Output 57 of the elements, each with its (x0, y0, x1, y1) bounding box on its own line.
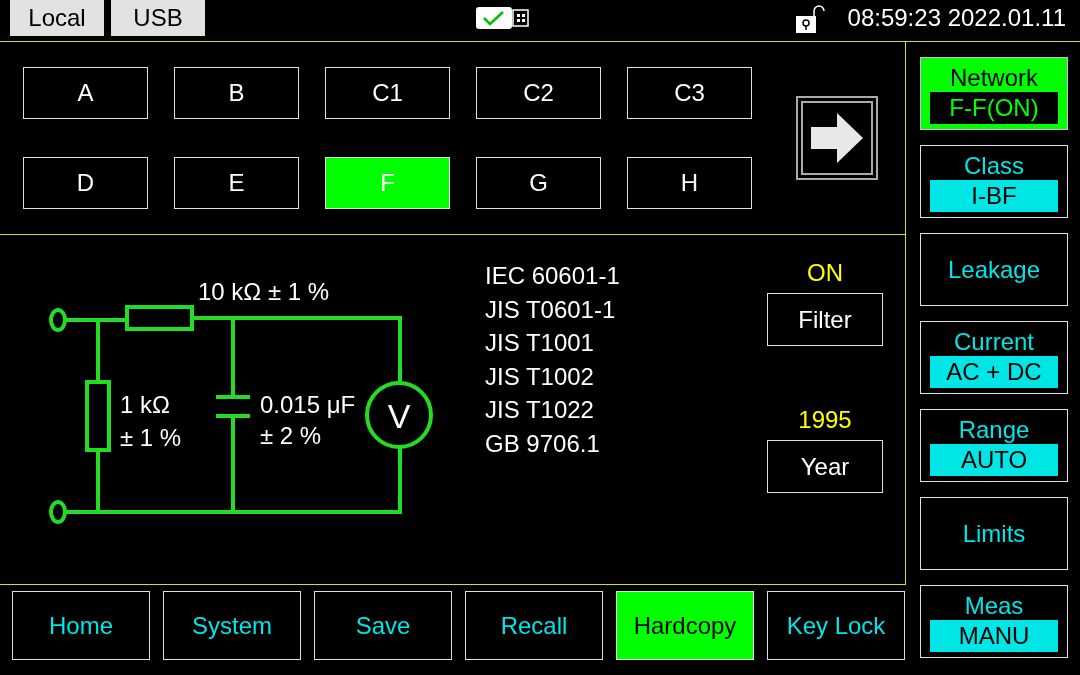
mode-tab[interactable]: USB (111, 0, 205, 36)
year-value: 1995 (798, 405, 852, 435)
unlocked-padlock-icon (793, 4, 826, 34)
year-button[interactable]: Year (767, 440, 883, 493)
network-button[interactable]: E (174, 157, 299, 209)
resistor-label: 1 kΩ (120, 391, 170, 418)
setting-value: AUTO (930, 443, 1058, 476)
network-button[interactable]: C1 (325, 67, 450, 119)
network-button[interactable]: C3 (627, 67, 752, 119)
side-menu-button[interactable]: Meas MANU (920, 585, 1068, 658)
menu-button[interactable]: Save (314, 591, 452, 660)
setting-value: I-BF (930, 179, 1058, 212)
setting-value: AC + DC (930, 355, 1058, 388)
side-menu-button[interactable]: Network F-F(ON) (920, 57, 1068, 130)
next-page-button[interactable] (796, 96, 878, 180)
side-menu-button[interactable]: Leakage (920, 233, 1068, 306)
standard-name: JIS T1002 (485, 361, 595, 392)
menu-button[interactable]: Recall (465, 591, 603, 660)
side-menu-button[interactable]: Limits (920, 497, 1068, 570)
network-button[interactable]: A (23, 67, 148, 119)
network-button[interactable]: C2 (476, 67, 601, 119)
menu-button[interactable]: Key Lock (767, 591, 905, 660)
side-menu-button[interactable]: Class I-BF (920, 145, 1068, 218)
side-menu-label: Limits (962, 519, 1026, 548)
standard-name: JIS T1022 (485, 395, 595, 425)
filter-status: ON (807, 258, 843, 288)
mode-tab[interactable]: Local (10, 0, 104, 36)
capacitor-label: ± 2 % (260, 422, 322, 449)
usb-drive-icon (474, 6, 531, 30)
filter-button[interactable]: Filter (767, 293, 883, 346)
network-button[interactable]: G (476, 157, 601, 209)
standard-name: JIS T0601-1 (485, 294, 617, 325)
standard-name: GB 9706.1 (485, 428, 601, 459)
side-menu-label: Meas (964, 591, 1024, 620)
menu-button[interactable]: Home (12, 591, 150, 660)
standard-name: JIS T1001 (485, 328, 595, 358)
resistor-label: ± 1 % (120, 424, 182, 451)
side-menu-button[interactable]: Current AC + DC (920, 321, 1068, 394)
setting-value: F-F(ON) (930, 91, 1058, 124)
right-arrow-icon (811, 113, 863, 163)
network-button[interactable]: B (174, 67, 299, 119)
side-menu-label: Current (954, 327, 1034, 356)
side-menu-label: Network (950, 63, 1038, 92)
clock-text: 08:59:23 2022.01.11 (847, 3, 1066, 33)
voltmeter-label: V (387, 397, 411, 435)
side-menu-label: Leakage (947, 255, 1041, 284)
resistor-label: 10 kΩ ± 1 % (198, 278, 330, 305)
menu-button[interactable]: Hardcopy (616, 591, 754, 660)
menu-button[interactable]: System (163, 591, 301, 660)
side-menu-label: Range (958, 415, 1030, 444)
setting-value: MANU (930, 619, 1058, 652)
capacitor-label: 0.015 μF (260, 391, 356, 418)
side-menu-label: Class (964, 151, 1024, 180)
standard-name: IEC 60601-1 (485, 261, 621, 291)
side-menu-button[interactable]: Range AUTO (920, 409, 1068, 482)
network-button[interactable]: D (23, 157, 148, 209)
network-button[interactable]: H (627, 157, 752, 209)
